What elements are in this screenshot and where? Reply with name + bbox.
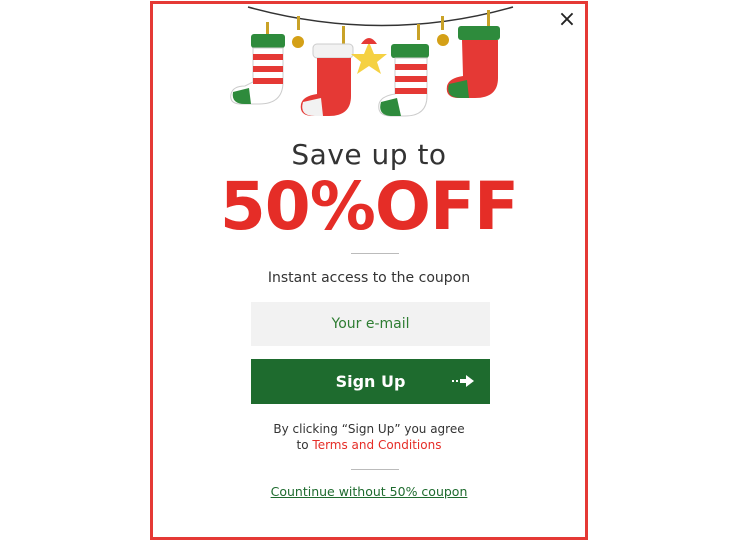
stocking-red-1: [300, 26, 354, 116]
divider: [351, 469, 399, 470]
divider: [351, 253, 399, 254]
stocking-striped-1: [230, 22, 285, 105]
terms-link[interactable]: Terms and Conditions: [312, 438, 441, 452]
sign-up-button[interactable]: Sign Up: [251, 359, 490, 404]
stocking-striped-2: [378, 24, 429, 117]
coupon-popup: × Save up to 50%OFF Instant access to th…: [150, 1, 588, 540]
terms-disclaimer: By clicking “Sign Up” you agree to Terms…: [153, 421, 585, 453]
arrow-right-icon: [452, 375, 474, 387]
discount-text: 50%OFF: [219, 168, 519, 245]
disclaimer-line-2: to Terms and Conditions: [153, 437, 585, 453]
sign-up-label: Sign Up: [335, 372, 406, 391]
disclaimer-to: to: [296, 438, 313, 452]
email-field[interactable]: [251, 302, 490, 346]
subtitle: Instant access to the coupon: [267, 270, 471, 286]
star-ornament: [351, 38, 387, 74]
disclaimer-text: By clicking “Sign Up” you agree: [273, 422, 465, 436]
christmas-stockings-illustration: [230, 6, 514, 117]
continue-without-coupon-link[interactable]: Countinue without 50% coupon: [153, 484, 585, 499]
stocking-red-2: [446, 10, 500, 98]
